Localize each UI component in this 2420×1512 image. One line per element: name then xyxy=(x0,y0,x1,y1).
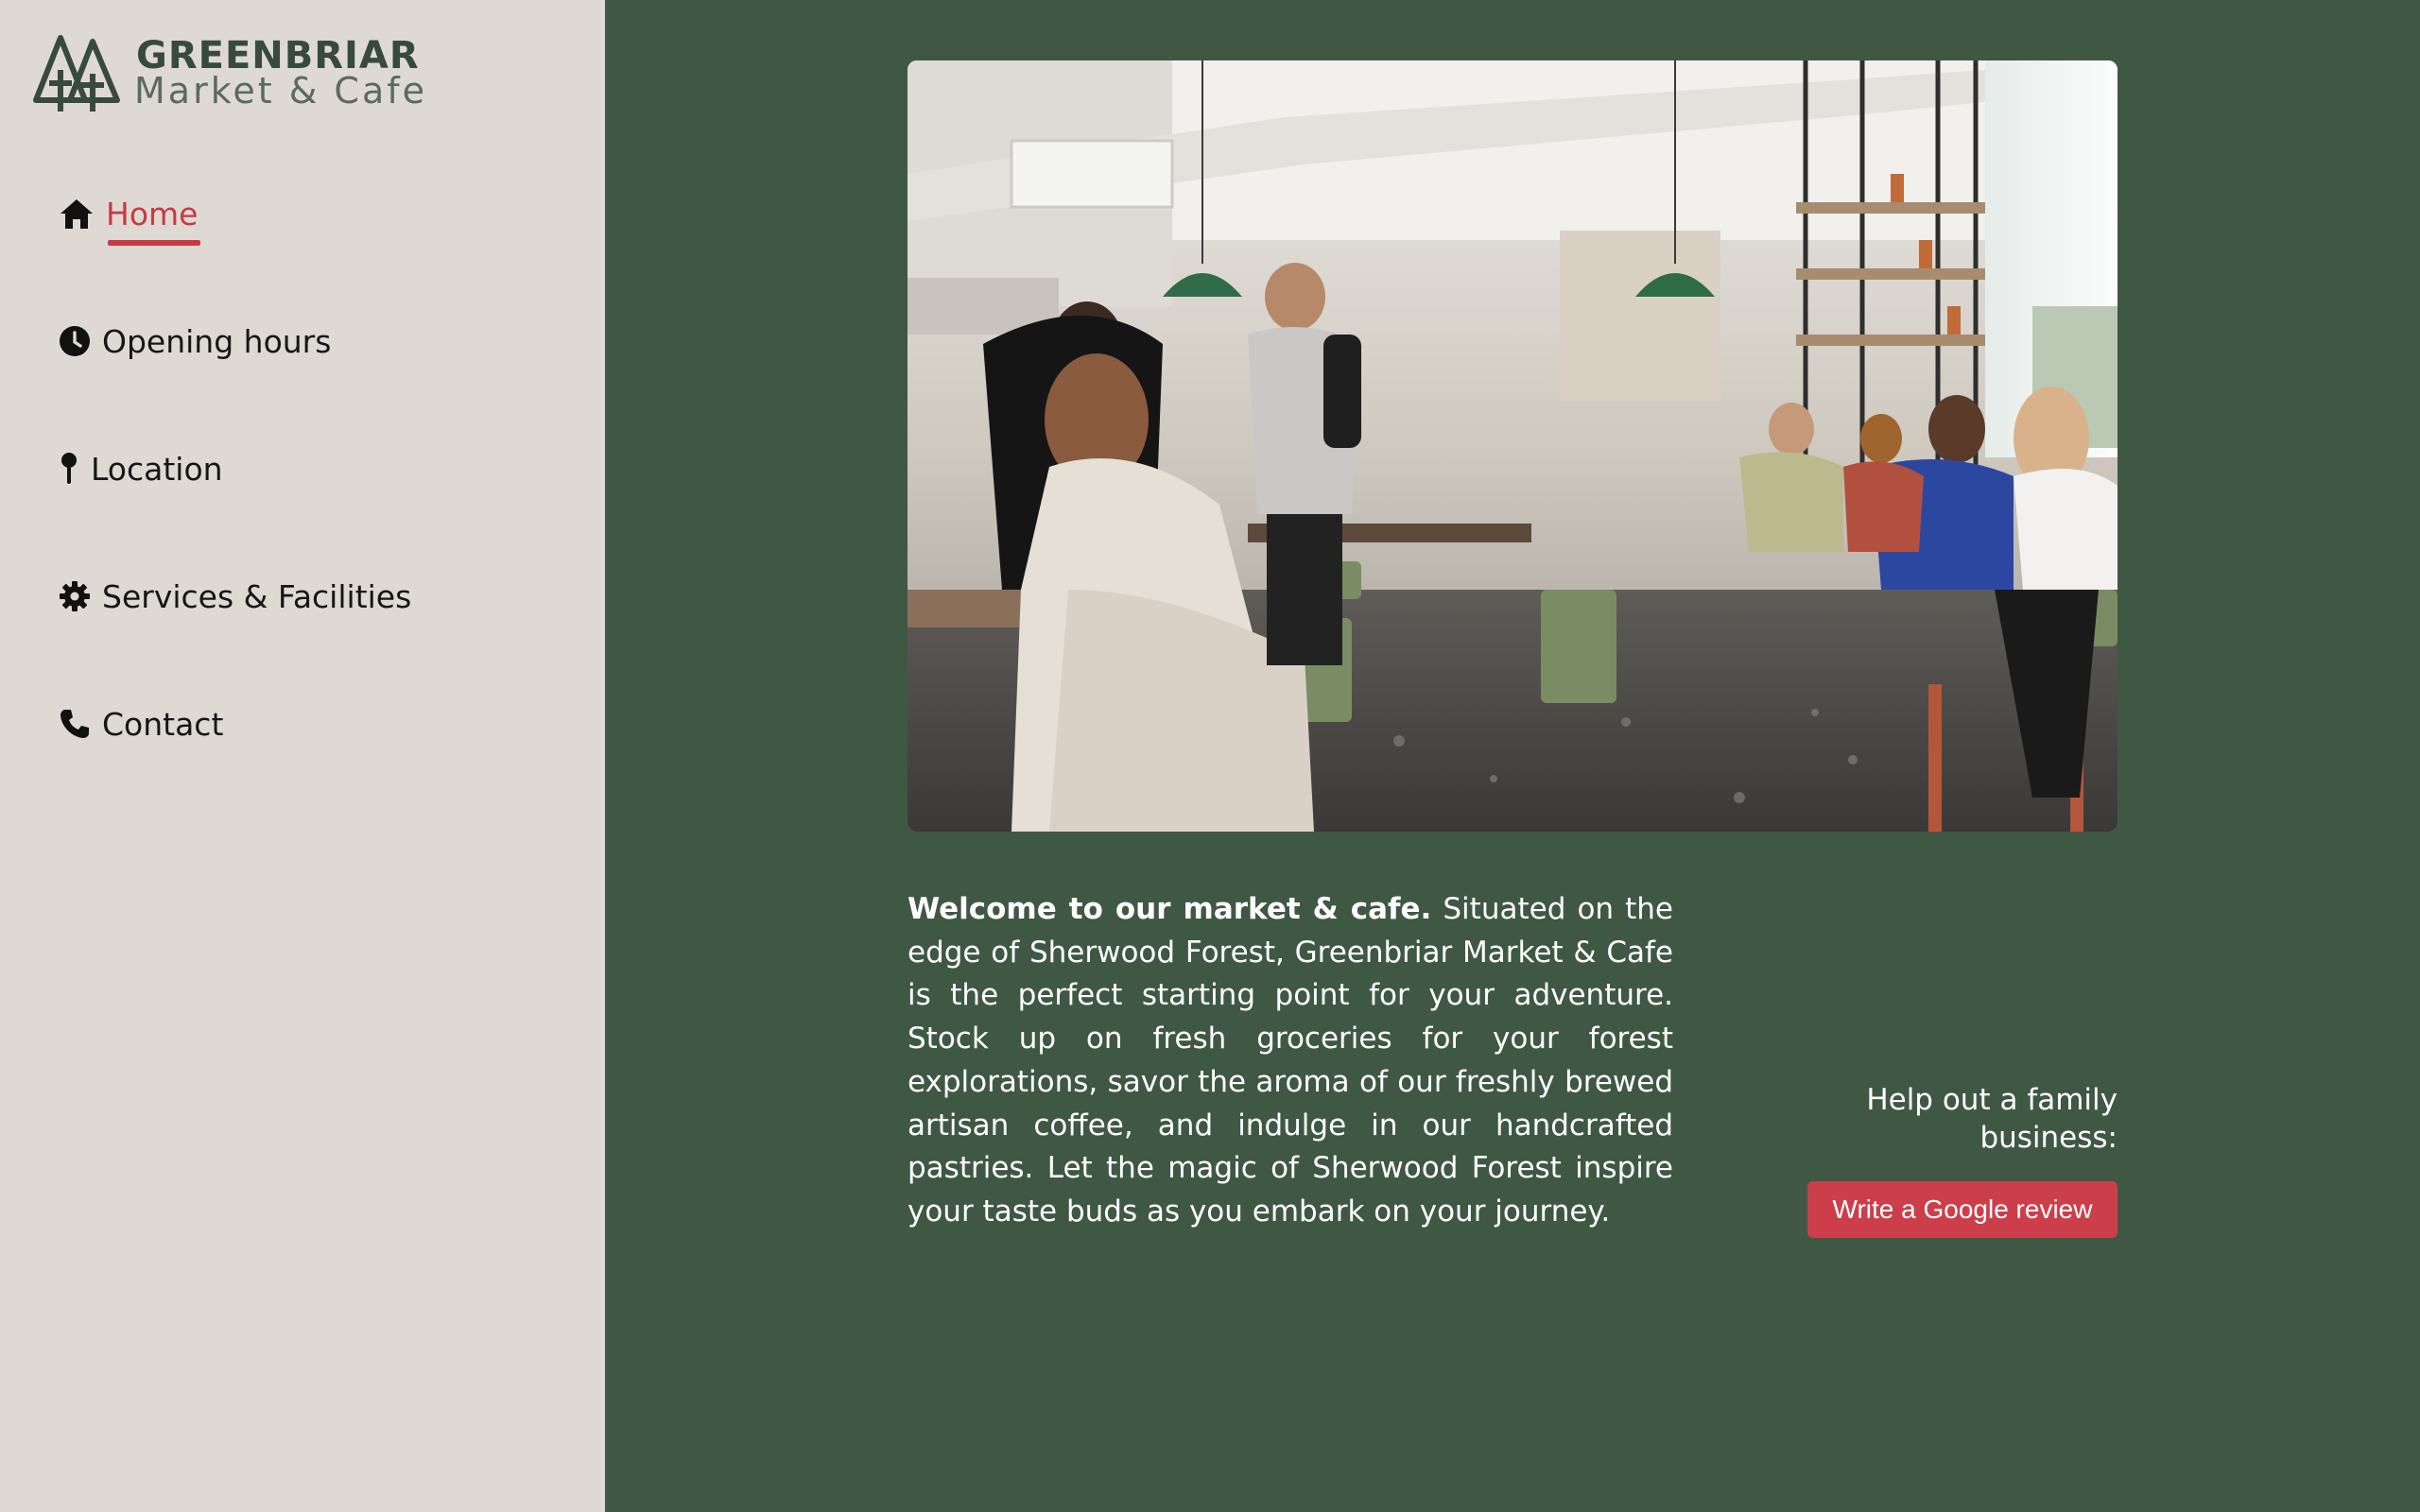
brand-logo[interactable]: GREENBRIAR Market & Cafe xyxy=(32,30,429,115)
cafe-interior-photo xyxy=(908,60,2118,832)
nav-item-home[interactable]: Home xyxy=(59,185,200,246)
nav-item-contact[interactable]: Contact xyxy=(59,696,223,752)
review-prompt: Help out a family business: xyxy=(1866,1083,2118,1155)
nav-item-location[interactable]: Location xyxy=(59,440,223,497)
clock-icon xyxy=(59,325,91,357)
nav-label-location: Location xyxy=(91,450,223,488)
nav-label-home: Home xyxy=(106,195,199,232)
home-icon xyxy=(59,198,95,230)
sidebar: GREENBRIAR Market & Cafe Home Opening ho… xyxy=(0,0,605,1512)
pine-trees-icon xyxy=(33,35,120,112)
intro-paragraph: Welcome to our market & cafe. Situated o… xyxy=(908,888,1673,1234)
nav-label-contact: Contact xyxy=(102,705,224,743)
brand-tagline: Market & Cafe xyxy=(134,70,427,112)
intro-lead: Welcome to our market & cafe. xyxy=(908,892,1432,926)
google-review-button[interactable]: Write a Google review xyxy=(1807,1181,2118,1238)
nav-label-services: Services & Facilities xyxy=(102,577,412,615)
active-underline xyxy=(108,240,200,246)
phone-icon xyxy=(59,708,91,740)
nav-item-opening-hours[interactable]: Opening hours xyxy=(59,313,331,369)
intro-body: Situated on the edge of Sherwood Forest,… xyxy=(908,892,1674,1228)
gear-icon xyxy=(59,580,91,612)
nav-item-services[interactable]: Services & Facilities xyxy=(59,568,411,625)
map-pin-icon xyxy=(59,452,79,486)
nav-label-opening-hours: Opening hours xyxy=(102,322,332,360)
